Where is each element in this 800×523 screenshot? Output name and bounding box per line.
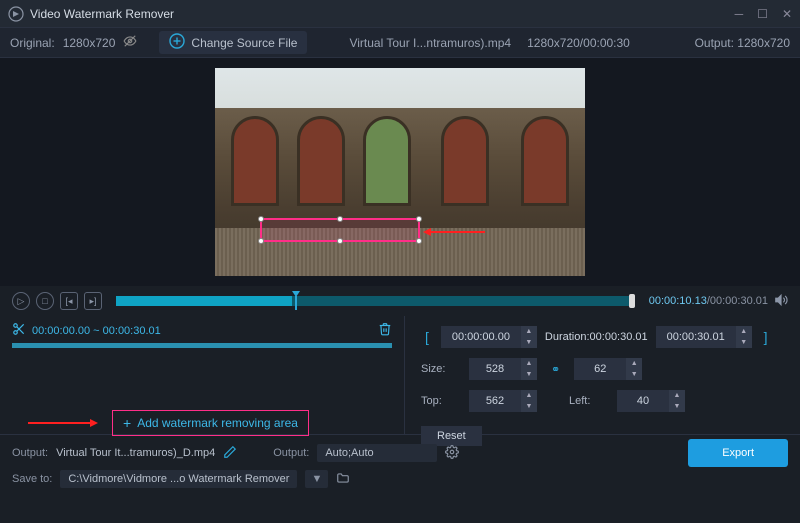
prev-frame-button[interactable]: [◂: [60, 292, 78, 310]
video-frame[interactable]: [215, 68, 585, 276]
annotation-arrow-icon: [423, 228, 431, 236]
segment-range: 00:00:00.00 ~ 00:00:30.01: [32, 325, 161, 337]
duration-value: 00:00:30.01: [590, 331, 648, 343]
left-input[interactable]: [617, 390, 669, 412]
video-preview: [0, 58, 800, 286]
start-time-input[interactable]: [441, 326, 521, 348]
timeline-track[interactable]: [116, 296, 635, 306]
transport-bar: ▷ □ [◂ ▸] 00:00:10.13/00:00:30.01: [0, 286, 800, 316]
bracket-left-icon[interactable]: [: [421, 329, 433, 345]
original-label: Original:: [10, 36, 55, 50]
saveto-dropdown-button[interactable]: ▼: [305, 470, 328, 488]
end-dn[interactable]: ▼: [736, 337, 752, 348]
segments-panel: 00:00:00.00 ~ 00:00:30.01 + Add watermar…: [0, 316, 405, 434]
saveto-label: Save to:: [12, 473, 52, 485]
output-format-value[interactable]: Auto;Auto: [317, 444, 437, 462]
track-end-handle[interactable]: [629, 294, 635, 308]
link-aspect-icon[interactable]: ⚭: [545, 363, 566, 376]
title-bar: Video Watermark Remover ─ ☐ ✕: [0, 0, 800, 28]
volume-icon[interactable]: [774, 293, 788, 310]
next-frame-button[interactable]: ▸]: [84, 292, 102, 310]
app-logo-icon: [8, 6, 24, 22]
rename-output-button[interactable]: [223, 445, 237, 462]
size-height-input[interactable]: [574, 358, 626, 380]
plus-icon: +: [123, 415, 131, 431]
app-title-text: Video Watermark Remover: [30, 7, 174, 21]
start-up[interactable]: ▲: [521, 326, 537, 337]
source-filename: Virtual Tour I...ntramuros).mp4: [349, 36, 511, 50]
saveto-path[interactable]: C:\Vidmore\Vidmore ...o Watermark Remove…: [60, 470, 297, 488]
left-label: Left:: [569, 395, 609, 407]
segment-bar[interactable]: [12, 343, 392, 348]
stop-button[interactable]: □: [36, 292, 54, 310]
original-resolution: 1280x720: [63, 36, 116, 50]
maximize-button[interactable]: ☐: [757, 7, 768, 21]
export-button[interactable]: Export: [688, 439, 788, 467]
top-label: Top:: [421, 395, 461, 407]
annotation-arrow-icon: [28, 422, 90, 424]
scissors-icon: [12, 322, 26, 339]
top-input[interactable]: [469, 390, 521, 412]
end-time-input[interactable]: [656, 326, 736, 348]
duration-label: Duration:: [545, 331, 590, 343]
add-watermark-label: Add watermark removing area: [137, 416, 298, 430]
delete-segment-button[interactable]: [378, 322, 392, 339]
end-up[interactable]: ▲: [736, 326, 752, 337]
total-time: /00:00:30.01: [707, 295, 768, 307]
watermark-selection-box[interactable]: [260, 218, 420, 242]
output-resolution: 1280x720: [737, 36, 790, 50]
toolbar: Original: 1280x720 Change Source File Vi…: [0, 28, 800, 58]
current-time: 00:00:10.13: [649, 295, 707, 307]
play-button[interactable]: ▷: [12, 292, 30, 310]
bracket-right-icon[interactable]: ]: [760, 329, 772, 345]
preview-toggle-icon[interactable]: [123, 34, 137, 51]
size-label: Size:: [421, 363, 461, 375]
params-panel: [ ▲▼ Duration:00:00:30.01 ▲▼ ] Size: ▲▼ …: [405, 316, 800, 434]
change-source-label: Change Source File: [191, 36, 297, 50]
size-width-input[interactable]: [469, 358, 521, 380]
start-dn[interactable]: ▼: [521, 337, 537, 348]
add-watermark-area-button[interactable]: + Add watermark removing area: [112, 410, 309, 436]
open-folder-button[interactable]: [336, 471, 350, 488]
minimize-button[interactable]: ─: [735, 7, 744, 21]
output-filename: Virtual Tour It...tramuros)_D.mp4: [56, 447, 215, 459]
output-file-label: Output:: [12, 447, 48, 459]
reset-button[interactable]: Reset: [421, 426, 482, 446]
source-res-time: 1280x720/00:00:30: [527, 36, 630, 50]
change-source-button[interactable]: Change Source File: [159, 31, 307, 54]
output-format-label: Output:: [273, 447, 309, 459]
playhead-icon[interactable]: [292, 291, 300, 311]
output-label: Output:: [695, 36, 734, 50]
plus-circle-icon: [169, 33, 185, 52]
output-settings-button[interactable]: [445, 445, 459, 462]
close-button[interactable]: ✕: [782, 7, 792, 21]
app-title: Video Watermark Remover: [8, 6, 735, 22]
